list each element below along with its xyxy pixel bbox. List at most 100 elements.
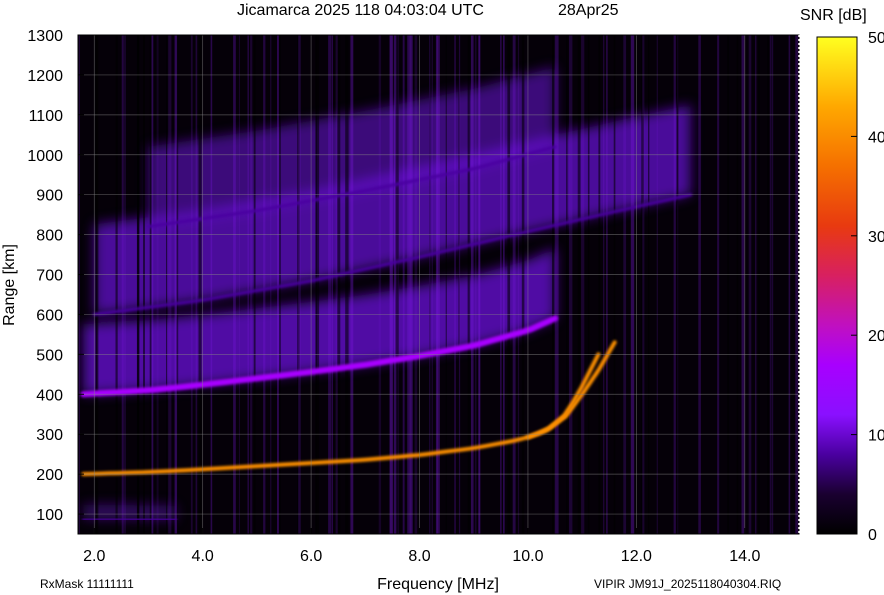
- noise-stripe: [431, 35, 433, 534]
- filename-label: VIPIR JM91J_2025118040304.RIQ: [594, 577, 781, 591]
- noise-stripe: [402, 35, 405, 534]
- noise-stripe: [210, 35, 213, 534]
- noise-stripe: [136, 35, 139, 534]
- noise-stripe: [270, 35, 272, 534]
- noise-stripe: [454, 35, 456, 534]
- colorbar-tick-label: 50: [868, 30, 884, 47]
- noise-stripe: [78, 35, 80, 534]
- y-tick-label: 800: [36, 228, 63, 245]
- noise-stripe: [409, 35, 413, 534]
- y-tick-label: 400: [36, 387, 63, 404]
- noise-stripe: [156, 35, 159, 534]
- noise-stripe: [581, 35, 585, 534]
- noise-stripe: [727, 35, 730, 534]
- y-tick-label: 900: [36, 188, 63, 205]
- y-tick-label: 1300: [27, 28, 63, 45]
- colorbar-label: SNR [dB]: [800, 7, 867, 24]
- x-tick-label: 10.0: [512, 548, 543, 565]
- ionogram-figure: Jicamarca 2025 118 04:03:04 UTC 28Apr25 …: [1, 2, 884, 593]
- noise-stripe: [263, 35, 266, 534]
- noise-stripe: [503, 35, 505, 534]
- y-tick-label: 600: [36, 307, 63, 324]
- noise-stripe: [115, 35, 118, 534]
- noise-stripe: [673, 35, 676, 534]
- noise-stripe: [512, 35, 516, 534]
- x-tick-label: 6.0: [300, 548, 322, 565]
- noise-stripe: [331, 35, 333, 534]
- noise-stripe: [233, 35, 236, 534]
- noise-stripe: [149, 35, 152, 534]
- y-tick-label: 300: [36, 427, 63, 444]
- noise-stripe: [613, 35, 616, 534]
- noise-stripe: [124, 35, 126, 534]
- y-axis-label: Range [km]: [1, 244, 18, 326]
- noise-stripe: [315, 35, 318, 534]
- noise-stripe: [555, 35, 559, 534]
- noise-stripe: [479, 35, 481, 534]
- noise-stripe: [641, 35, 644, 534]
- y-tick-label: 1200: [27, 68, 63, 85]
- noise-stripe: [143, 35, 145, 534]
- noise-stripe: [606, 35, 608, 534]
- colorbar-tick-label: 0: [868, 527, 877, 544]
- noise-stripe: [435, 35, 438, 534]
- noise-stripe: [521, 35, 525, 534]
- noise-stripe: [758, 35, 760, 534]
- noise-stripe: [166, 35, 168, 534]
- noise-stripe: [554, 35, 556, 534]
- chart-title: Jicamarca 2025 118 04:03:04 UTC: [237, 2, 484, 19]
- noise-stripe: [603, 35, 605, 534]
- noise-stripe: [467, 35, 470, 534]
- colorbar-tick-label: 40: [868, 129, 884, 146]
- noise-stripe: [507, 35, 511, 534]
- noise-stripe: [748, 35, 752, 534]
- noise-stripe: [328, 35, 332, 534]
- noise-stripe: [198, 35, 202, 534]
- colorbar: [816, 36, 858, 535]
- noise-stripe: [587, 35, 590, 534]
- noise-stripe: [517, 35, 520, 534]
- x-tick-label: 4.0: [192, 548, 214, 565]
- noise-stripe: [174, 35, 178, 534]
- y-tick-label: 1000: [27, 148, 63, 165]
- noise-stripe: [474, 35, 477, 534]
- noise-stripe: [279, 35, 281, 534]
- noise-stripe: [569, 35, 573, 534]
- noise-stripe: [698, 35, 701, 534]
- noise-stripe: [767, 35, 770, 534]
- colorbar-tick-label: 10: [868, 428, 884, 445]
- noise-stripe: [253, 35, 256, 534]
- noise-stripe: [769, 35, 771, 534]
- noise-stripe: [395, 35, 399, 534]
- noise-stripe: [500, 35, 502, 534]
- noise-stripe: [788, 35, 791, 534]
- colorbar-tick-label: 20: [868, 328, 884, 345]
- x-tick-label: 8.0: [408, 548, 430, 565]
- chart-date: 28Apr25: [558, 2, 619, 19]
- noise-stripe: [598, 35, 601, 534]
- y-tick-label: 700: [36, 268, 63, 285]
- noise-stripe: [623, 35, 627, 534]
- noise-stripe: [741, 35, 745, 534]
- x-tick-label: 2.0: [83, 548, 105, 565]
- x-tick-label: 12.0: [621, 548, 652, 565]
- noise-stripe: [795, 35, 799, 534]
- noise-stripe: [151, 35, 154, 534]
- noise-stripe: [458, 35, 460, 534]
- noise-stripe: [445, 35, 447, 534]
- noise-stripe: [566, 35, 568, 534]
- noise-stripe: [195, 35, 198, 534]
- noise-stripe: [335, 35, 338, 534]
- noise-stripe: [250, 35, 253, 534]
- noise-stripe: [676, 35, 679, 534]
- trace-6: [81, 517, 178, 522]
- noise-stripe: [656, 35, 658, 534]
- y-axis: 100 200 300 400 500 600 700 800 900 1000 1100 1200 1…: [27, 28, 84, 524]
- noise-stripe: [577, 35, 581, 534]
- noise-stripe: [238, 35, 240, 534]
- y-tick-label: 1100: [29, 108, 64, 125]
- colorbar-tick-label: 30: [868, 229, 884, 246]
- noise-stripe: [718, 35, 721, 534]
- rxmask-label: RxMask 11111111: [40, 577, 134, 591]
- noise-stripe: [414, 35, 418, 534]
